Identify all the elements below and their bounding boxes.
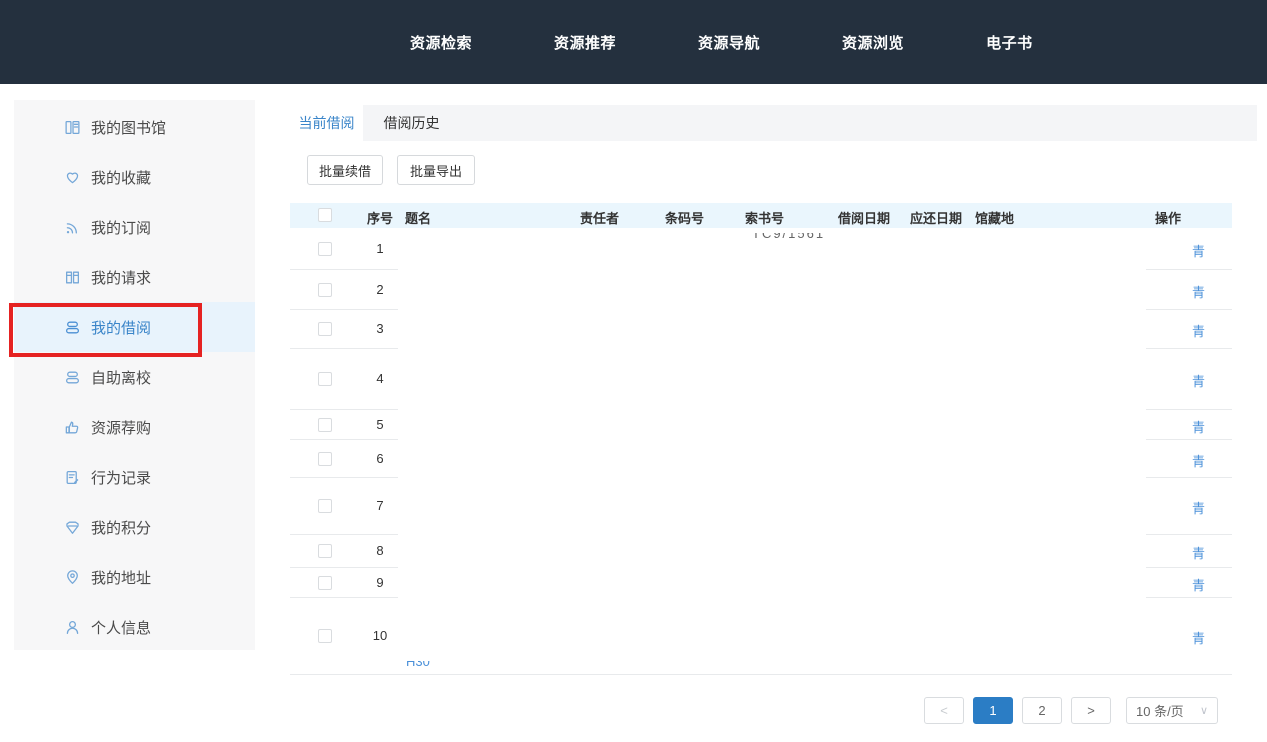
table-header: 序号 题名 责任者 条码号 索书号 借阅日期 应还日期 馆藏地 操作 [290, 203, 1232, 228]
row-checkbox[interactable] [318, 576, 332, 590]
requests-icon [64, 269, 81, 286]
leave-school-icon [64, 369, 81, 386]
page-button-1[interactable]: 1 [973, 697, 1013, 724]
row-action-link[interactable]: 青 [1192, 575, 1205, 594]
sidebar-item-activity-record[interactable]: 行为记录 [14, 452, 255, 502]
prev-page-button[interactable]: < [924, 697, 964, 724]
column-header-author: 责任者 [580, 208, 619, 227]
row-action-link[interactable]: 青 [1192, 543, 1205, 562]
nav-resource-guide[interactable]: 资源导航 [698, 32, 760, 53]
row-action-link[interactable]: 青 [1192, 241, 1205, 260]
sidebar: 我的图书馆 我的收藏 我的订阅 我的请求 我的借阅 [14, 100, 255, 650]
row-action-link[interactable]: 青 [1192, 417, 1205, 436]
rss-icon [64, 219, 81, 236]
pagination: < 1 2 > 10 条/页 ∨ [290, 696, 1218, 724]
sidebar-item-my-subscriptions[interactable]: 我的订阅 [14, 202, 255, 252]
sidebar-item-label: 我的借阅 [91, 317, 151, 338]
row-checkbox[interactable] [318, 322, 332, 336]
column-header-barcode: 条码号 [665, 208, 704, 227]
borrow-books-icon [64, 319, 81, 336]
library-icon [64, 119, 81, 136]
row-index: 9 [362, 575, 398, 590]
record-icon [64, 469, 81, 486]
sidebar-item-my-points[interactable]: 我的积分 [14, 502, 255, 552]
row-index: 6 [362, 451, 398, 466]
sidebar-item-my-favorites[interactable]: 我的收藏 [14, 152, 255, 202]
row-index: 10 [362, 628, 398, 643]
row-checkbox[interactable] [318, 372, 332, 386]
column-header-borrow-date: 借阅日期 [838, 208, 890, 227]
row-index: 2 [362, 282, 398, 297]
sidebar-item-my-address[interactable]: 我的地址 [14, 552, 255, 602]
redaction-overlay [398, 228, 1146, 674]
sidebar-item-label: 我的图书馆 [91, 117, 166, 138]
sidebar-item-my-requests[interactable]: 我的请求 [14, 252, 255, 302]
column-header-due-date: 应还日期 [910, 208, 962, 227]
tab-current-borrowing[interactable]: 当前借阅 [290, 105, 363, 141]
row-checkbox[interactable] [318, 499, 332, 513]
column-header-index: 序号 [362, 208, 398, 227]
row-checkbox[interactable] [318, 283, 332, 297]
sidebar-item-label: 我的请求 [91, 267, 151, 288]
batch-renew-button[interactable]: 批量续借 [307, 155, 383, 185]
row-action-link[interactable]: 青 [1192, 498, 1205, 517]
points-badge-icon [64, 519, 81, 536]
row-index: 1 [362, 241, 398, 256]
column-header-location: 馆藏地 [975, 208, 1014, 227]
sidebar-item-label: 我的订阅 [91, 217, 151, 238]
column-header-action: 操作 [1155, 208, 1181, 227]
call-number-remnant: TC9/1561 [752, 233, 836, 241]
sidebar-item-label: 自助离校 [91, 367, 151, 388]
chevron-down-icon: ∨ [1200, 704, 1208, 717]
sidebar-item-label: 资源荐购 [91, 417, 151, 438]
row-checkbox[interactable] [318, 452, 332, 466]
row-checkbox[interactable] [318, 544, 332, 558]
row-action-link[interactable]: 青 [1192, 321, 1205, 340]
row-index: 5 [362, 417, 398, 432]
sidebar-item-label: 我的积分 [91, 517, 151, 538]
row-checkbox[interactable] [318, 629, 332, 643]
next-page-button[interactable]: > [1071, 697, 1111, 724]
column-header-call-number: 索书号 [745, 208, 784, 227]
select-all-checkbox[interactable] [318, 208, 332, 222]
row-index: 7 [362, 498, 398, 513]
sidebar-item-personal-info[interactable]: 个人信息 [14, 602, 255, 652]
top-nav: 资源检索 资源推荐 资源导航 资源浏览 电子书 [0, 0, 1267, 84]
thumbs-up-icon [64, 419, 81, 436]
page-button-2[interactable]: 2 [1022, 697, 1062, 724]
page: 资源检索 资源推荐 资源导航 资源浏览 电子书 我的图书馆 我的收藏 我的订阅 [0, 0, 1267, 742]
location-pin-icon [64, 569, 81, 586]
batch-export-button[interactable]: 批量导出 [397, 155, 475, 185]
sidebar-item-my-borrowing[interactable]: 我的借阅 [14, 302, 255, 352]
sidebar-item-label: 个人信息 [91, 617, 151, 638]
row-checkbox[interactable] [318, 242, 332, 256]
borrowing-table: 序号 题名 责任者 条码号 索书号 借阅日期 应还日期 馆藏地 操作 1 青 2… [290, 203, 1232, 675]
row-index: 8 [362, 543, 398, 558]
row-index: 4 [362, 371, 398, 386]
tab-bar: 当前借阅 借阅历史 [290, 105, 1257, 141]
nav-resource-recommend[interactable]: 资源推荐 [554, 32, 616, 53]
sidebar-item-self-checkout[interactable]: 自助离校 [14, 352, 255, 402]
nav-ebook[interactable]: 电子书 [986, 32, 1033, 53]
person-icon [64, 619, 81, 636]
sidebar-item-label: 我的地址 [91, 567, 151, 588]
sidebar-item-label: 行为记录 [91, 467, 151, 488]
sidebar-item-label: 我的收藏 [91, 167, 151, 188]
sidebar-item-resource-recommendation[interactable]: 资源荐购 [14, 402, 255, 452]
row-action-link[interactable]: 青 [1192, 628, 1205, 647]
page-size-value: 10 条/页 [1136, 701, 1184, 720]
title-link-remnant: H30 [406, 661, 450, 669]
row-action-link[interactable]: 青 [1192, 451, 1205, 470]
heart-icon [64, 169, 81, 186]
page-size-select[interactable]: 10 条/页 ∨ [1126, 697, 1218, 724]
nav-resource-search[interactable]: 资源检索 [410, 32, 472, 53]
sidebar-item-my-library[interactable]: 我的图书馆 [14, 102, 255, 152]
nav-resource-browse[interactable]: 资源浏览 [842, 32, 904, 53]
row-action-link[interactable]: 青 [1192, 371, 1205, 390]
row-checkbox[interactable] [318, 418, 332, 432]
row-index: 3 [362, 321, 398, 336]
row-action-link[interactable]: 青 [1192, 282, 1205, 301]
tab-borrowing-history[interactable]: 借阅历史 [363, 105, 460, 141]
column-header-title: 题名 [405, 208, 431, 227]
